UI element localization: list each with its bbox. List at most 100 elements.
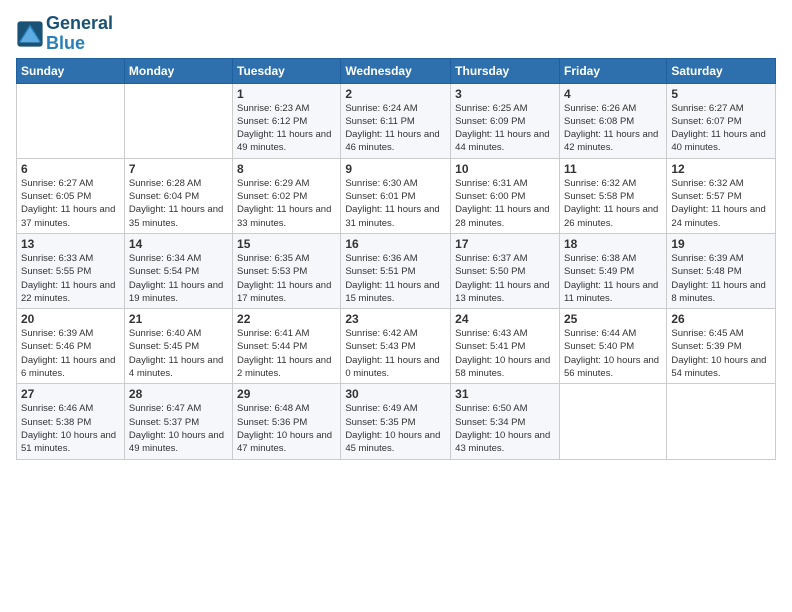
calendar-cell: 19Sunrise: 6:39 AM Sunset: 5:48 PM Dayli…: [667, 233, 776, 308]
day-header-thursday: Thursday: [451, 58, 560, 83]
day-number: 27: [21, 387, 120, 401]
day-info: Sunrise: 6:46 AM Sunset: 5:38 PM Dayligh…: [21, 402, 120, 455]
calendar-cell: 9Sunrise: 6:30 AM Sunset: 6:01 PM Daylig…: [341, 158, 451, 233]
day-info: Sunrise: 6:45 AM Sunset: 5:39 PM Dayligh…: [671, 327, 771, 380]
day-info: Sunrise: 6:33 AM Sunset: 5:55 PM Dayligh…: [21, 252, 120, 305]
calendar-cell: 28Sunrise: 6:47 AM Sunset: 5:37 PM Dayli…: [124, 384, 232, 459]
day-header-sunday: Sunday: [17, 58, 125, 83]
calendar-cell: [559, 384, 666, 459]
day-info: Sunrise: 6:49 AM Sunset: 5:35 PM Dayligh…: [345, 402, 446, 455]
day-info: Sunrise: 6:34 AM Sunset: 5:54 PM Dayligh…: [129, 252, 228, 305]
week-row-3: 13Sunrise: 6:33 AM Sunset: 5:55 PM Dayli…: [17, 233, 776, 308]
day-number: 12: [671, 162, 771, 176]
day-info: Sunrise: 6:30 AM Sunset: 6:01 PM Dayligh…: [345, 177, 446, 230]
day-header-tuesday: Tuesday: [233, 58, 341, 83]
day-info: Sunrise: 6:25 AM Sunset: 6:09 PM Dayligh…: [455, 102, 555, 155]
day-info: Sunrise: 6:27 AM Sunset: 6:05 PM Dayligh…: [21, 177, 120, 230]
day-number: 14: [129, 237, 228, 251]
header: General Blue: [16, 10, 776, 54]
day-info: Sunrise: 6:47 AM Sunset: 5:37 PM Dayligh…: [129, 402, 228, 455]
day-info: Sunrise: 6:26 AM Sunset: 6:08 PM Dayligh…: [564, 102, 662, 155]
day-number: 16: [345, 237, 446, 251]
day-number: 19: [671, 237, 771, 251]
calendar-cell: 6Sunrise: 6:27 AM Sunset: 6:05 PM Daylig…: [17, 158, 125, 233]
logo-text: General Blue: [46, 14, 113, 54]
logo: General Blue: [16, 14, 113, 54]
calendar-cell: [667, 384, 776, 459]
day-info: Sunrise: 6:43 AM Sunset: 5:41 PM Dayligh…: [455, 327, 555, 380]
calendar-cell: 12Sunrise: 6:32 AM Sunset: 5:57 PM Dayli…: [667, 158, 776, 233]
calendar-cell: 31Sunrise: 6:50 AM Sunset: 5:34 PM Dayli…: [451, 384, 560, 459]
calendar-cell: 23Sunrise: 6:42 AM Sunset: 5:43 PM Dayli…: [341, 309, 451, 384]
day-number: 6: [21, 162, 120, 176]
day-header-saturday: Saturday: [667, 58, 776, 83]
day-number: 31: [455, 387, 555, 401]
calendar-header: SundayMondayTuesdayWednesdayThursdayFrid…: [17, 58, 776, 83]
day-info: Sunrise: 6:24 AM Sunset: 6:11 PM Dayligh…: [345, 102, 446, 155]
day-info: Sunrise: 6:35 AM Sunset: 5:53 PM Dayligh…: [237, 252, 336, 305]
page: General Blue SundayMondayTuesdayWednesda…: [0, 0, 792, 470]
calendar-cell: 13Sunrise: 6:33 AM Sunset: 5:55 PM Dayli…: [17, 233, 125, 308]
calendar-cell: 4Sunrise: 6:26 AM Sunset: 6:08 PM Daylig…: [559, 83, 666, 158]
week-row-4: 20Sunrise: 6:39 AM Sunset: 5:46 PM Dayli…: [17, 309, 776, 384]
week-row-1: 1Sunrise: 6:23 AM Sunset: 6:12 PM Daylig…: [17, 83, 776, 158]
day-number: 24: [455, 312, 555, 326]
day-number: 1: [237, 87, 336, 101]
calendar-cell: 22Sunrise: 6:41 AM Sunset: 5:44 PM Dayli…: [233, 309, 341, 384]
calendar-body: 1Sunrise: 6:23 AM Sunset: 6:12 PM Daylig…: [17, 83, 776, 459]
day-info: Sunrise: 6:29 AM Sunset: 6:02 PM Dayligh…: [237, 177, 336, 230]
day-number: 9: [345, 162, 446, 176]
day-number: 18: [564, 237, 662, 251]
week-row-5: 27Sunrise: 6:46 AM Sunset: 5:38 PM Dayli…: [17, 384, 776, 459]
day-info: Sunrise: 6:28 AM Sunset: 6:04 PM Dayligh…: [129, 177, 228, 230]
day-number: 11: [564, 162, 662, 176]
calendar-cell: 26Sunrise: 6:45 AM Sunset: 5:39 PM Dayli…: [667, 309, 776, 384]
calendar-cell: 27Sunrise: 6:46 AM Sunset: 5:38 PM Dayli…: [17, 384, 125, 459]
day-info: Sunrise: 6:50 AM Sunset: 5:34 PM Dayligh…: [455, 402, 555, 455]
day-number: 15: [237, 237, 336, 251]
day-info: Sunrise: 6:39 AM Sunset: 5:48 PM Dayligh…: [671, 252, 771, 305]
day-number: 21: [129, 312, 228, 326]
calendar-cell: 30Sunrise: 6:49 AM Sunset: 5:35 PM Dayli…: [341, 384, 451, 459]
day-number: 28: [129, 387, 228, 401]
calendar-cell: 8Sunrise: 6:29 AM Sunset: 6:02 PM Daylig…: [233, 158, 341, 233]
logo-icon: [16, 20, 44, 48]
calendar-cell: 16Sunrise: 6:36 AM Sunset: 5:51 PM Dayli…: [341, 233, 451, 308]
day-number: 29: [237, 387, 336, 401]
day-info: Sunrise: 6:36 AM Sunset: 5:51 PM Dayligh…: [345, 252, 446, 305]
day-number: 3: [455, 87, 555, 101]
day-info: Sunrise: 6:31 AM Sunset: 6:00 PM Dayligh…: [455, 177, 555, 230]
calendar-cell: 1Sunrise: 6:23 AM Sunset: 6:12 PM Daylig…: [233, 83, 341, 158]
calendar-cell: 7Sunrise: 6:28 AM Sunset: 6:04 PM Daylig…: [124, 158, 232, 233]
day-number: 2: [345, 87, 446, 101]
calendar-cell: 11Sunrise: 6:32 AM Sunset: 5:58 PM Dayli…: [559, 158, 666, 233]
day-info: Sunrise: 6:27 AM Sunset: 6:07 PM Dayligh…: [671, 102, 771, 155]
calendar-cell: 17Sunrise: 6:37 AM Sunset: 5:50 PM Dayli…: [451, 233, 560, 308]
calendar-cell: 2Sunrise: 6:24 AM Sunset: 6:11 PM Daylig…: [341, 83, 451, 158]
day-number: 13: [21, 237, 120, 251]
calendar-cell: 25Sunrise: 6:44 AM Sunset: 5:40 PM Dayli…: [559, 309, 666, 384]
day-number: 30: [345, 387, 446, 401]
calendar-cell: 24Sunrise: 6:43 AM Sunset: 5:41 PM Dayli…: [451, 309, 560, 384]
day-info: Sunrise: 6:44 AM Sunset: 5:40 PM Dayligh…: [564, 327, 662, 380]
day-number: 22: [237, 312, 336, 326]
day-info: Sunrise: 6:39 AM Sunset: 5:46 PM Dayligh…: [21, 327, 120, 380]
day-info: Sunrise: 6:23 AM Sunset: 6:12 PM Dayligh…: [237, 102, 336, 155]
calendar-cell: 20Sunrise: 6:39 AM Sunset: 5:46 PM Dayli…: [17, 309, 125, 384]
day-number: 26: [671, 312, 771, 326]
day-number: 17: [455, 237, 555, 251]
calendar-cell: [124, 83, 232, 158]
calendar-cell: 15Sunrise: 6:35 AM Sunset: 5:53 PM Dayli…: [233, 233, 341, 308]
day-number: 23: [345, 312, 446, 326]
calendar-cell: 21Sunrise: 6:40 AM Sunset: 5:45 PM Dayli…: [124, 309, 232, 384]
day-number: 7: [129, 162, 228, 176]
calendar-cell: 10Sunrise: 6:31 AM Sunset: 6:00 PM Dayli…: [451, 158, 560, 233]
day-number: 10: [455, 162, 555, 176]
day-info: Sunrise: 6:37 AM Sunset: 5:50 PM Dayligh…: [455, 252, 555, 305]
day-header-friday: Friday: [559, 58, 666, 83]
day-header-row: SundayMondayTuesdayWednesdayThursdayFrid…: [17, 58, 776, 83]
day-info: Sunrise: 6:42 AM Sunset: 5:43 PM Dayligh…: [345, 327, 446, 380]
day-info: Sunrise: 6:41 AM Sunset: 5:44 PM Dayligh…: [237, 327, 336, 380]
day-info: Sunrise: 6:48 AM Sunset: 5:36 PM Dayligh…: [237, 402, 336, 455]
calendar-cell: 29Sunrise: 6:48 AM Sunset: 5:36 PM Dayli…: [233, 384, 341, 459]
